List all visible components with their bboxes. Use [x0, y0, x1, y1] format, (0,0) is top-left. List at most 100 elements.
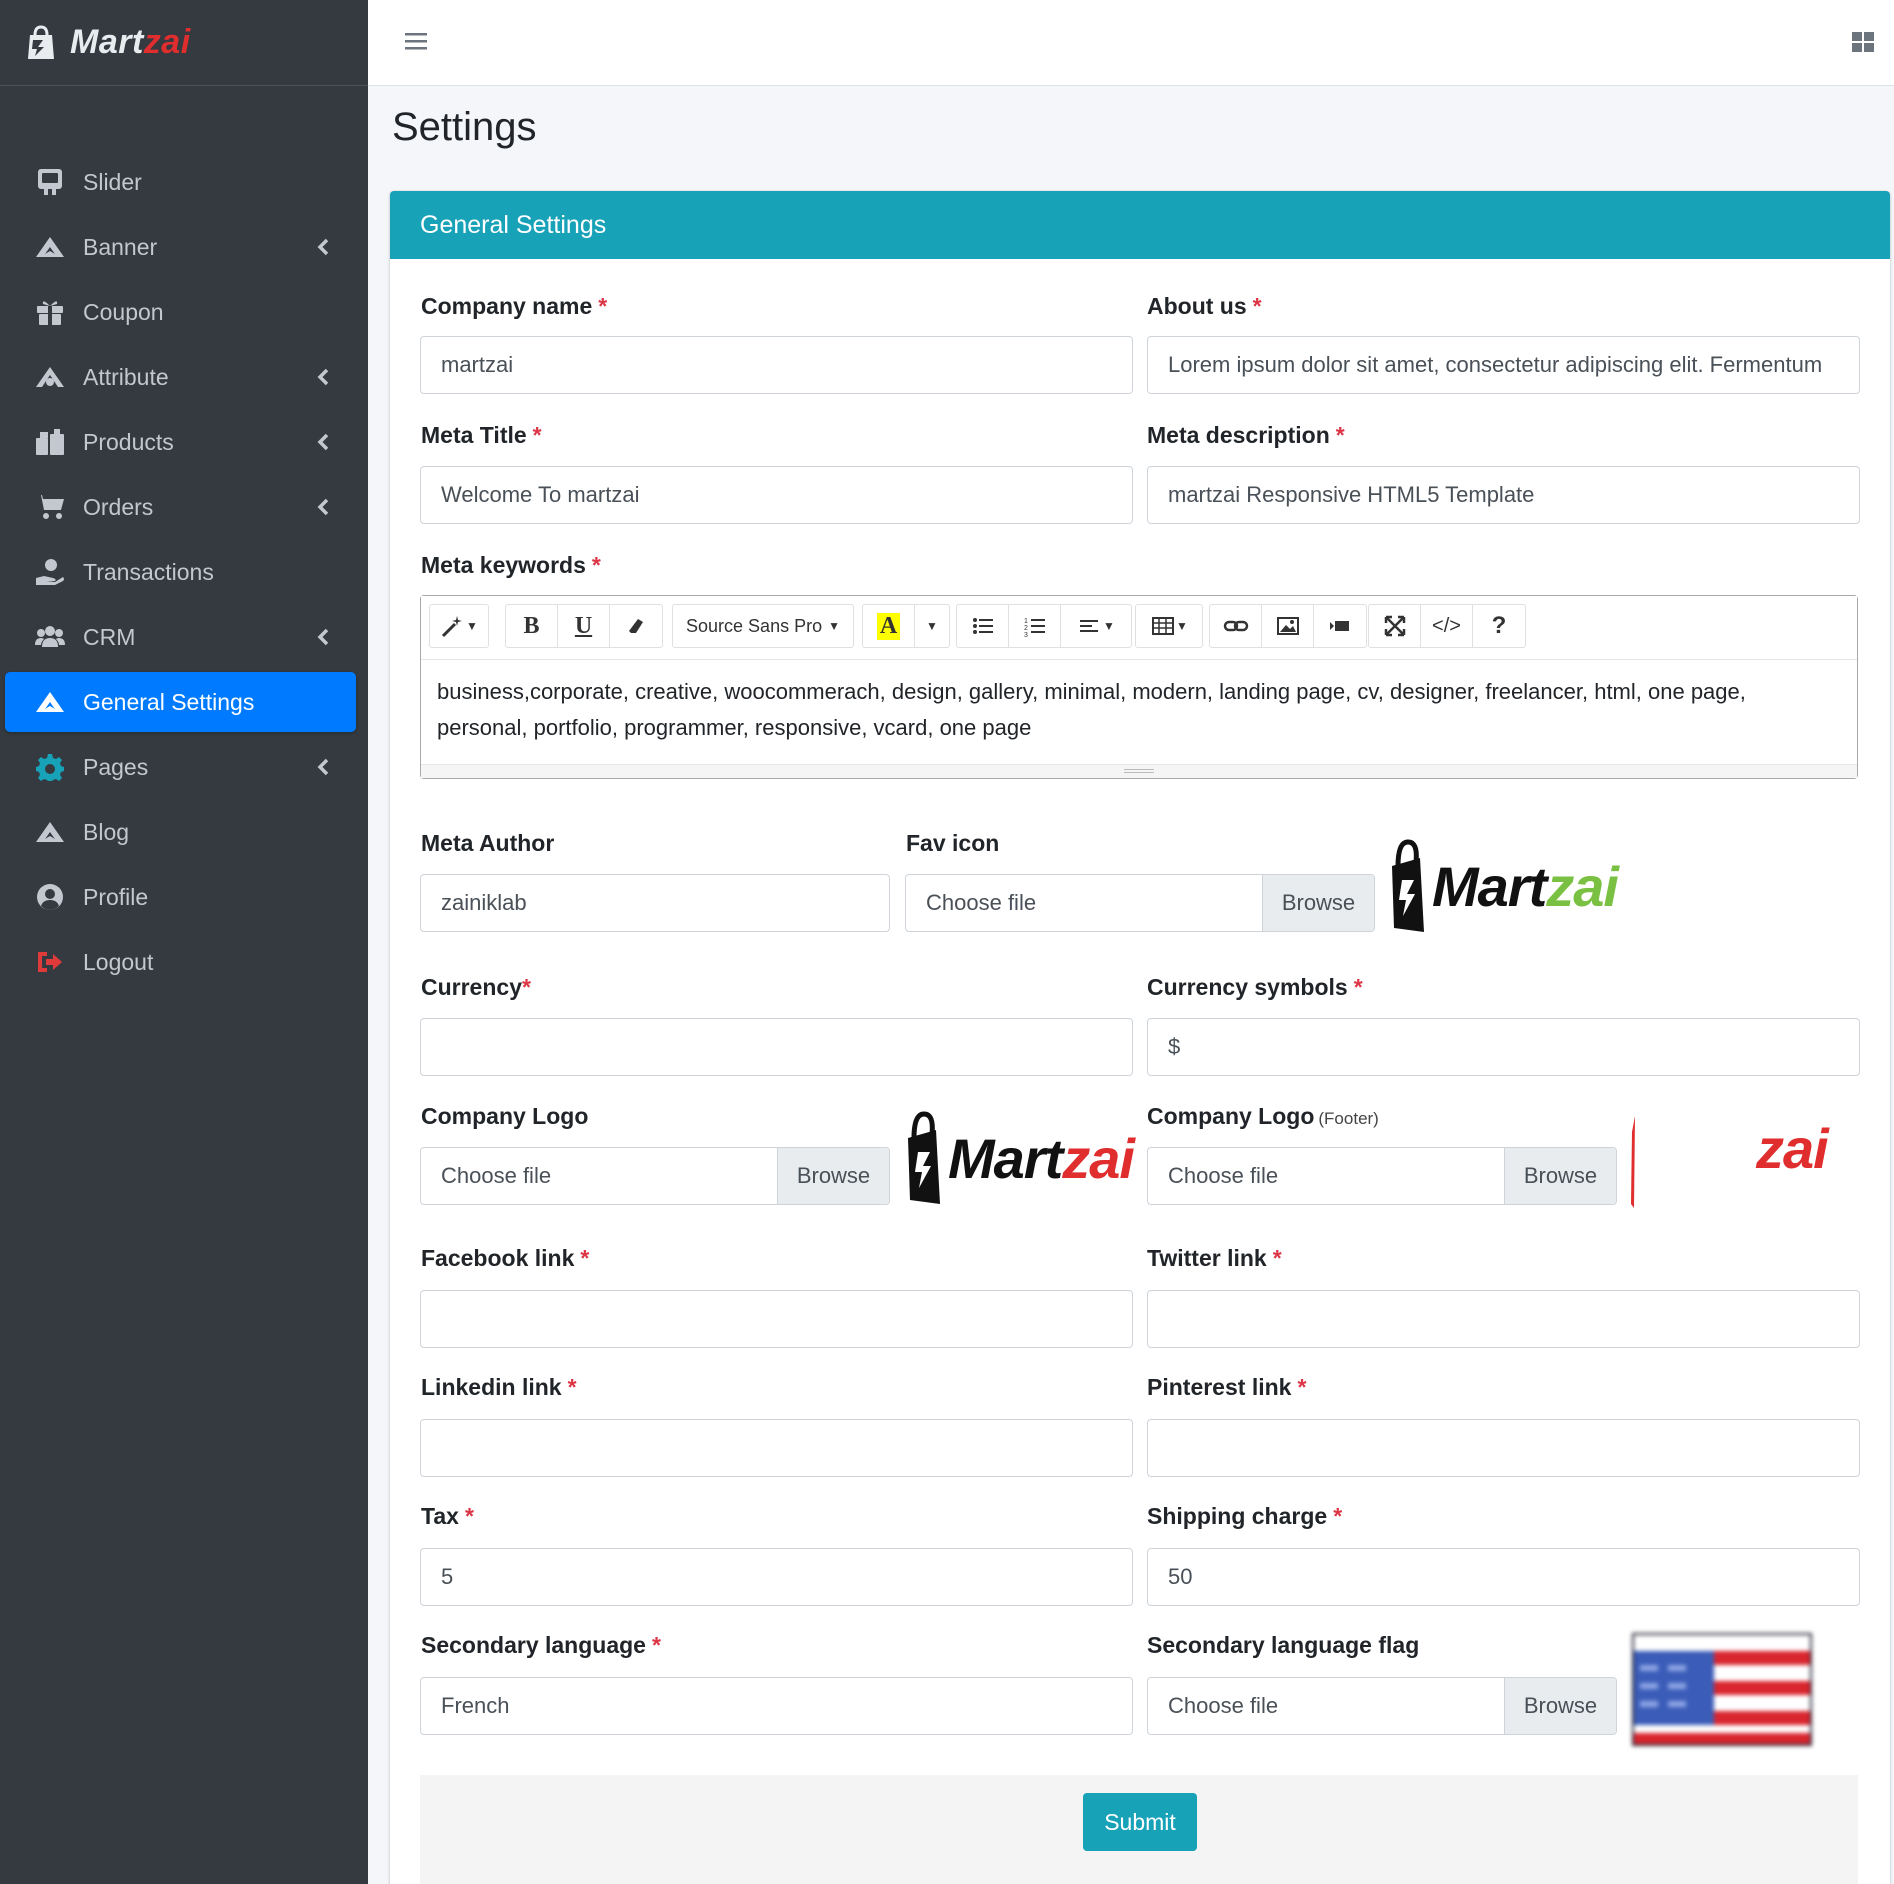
- logout-icon: [33, 947, 67, 977]
- chevron-left-icon: [314, 756, 334, 776]
- company-logo-part1: Mart: [948, 1126, 1063, 1190]
- company-logo-footer-browse-button[interactable]: Browse: [1504, 1148, 1616, 1204]
- company-logo-preview: Martzai: [904, 1108, 1135, 1208]
- sidebar-item-label: Logout: [83, 948, 154, 975]
- sidebar-item-slider[interactable]: Slider: [5, 152, 356, 212]
- sidebar-item-transactions[interactable]: Transactions: [5, 542, 356, 602]
- color-dropdown-icon[interactable]: ▼: [915, 605, 949, 647]
- sidebar-item-label: Profile: [83, 883, 149, 910]
- table-icon[interactable]: ▼: [1136, 605, 1202, 647]
- text-color-icon[interactable]: A: [863, 605, 915, 647]
- flag-browse-button[interactable]: Browse: [1504, 1678, 1616, 1734]
- sidebar-item-crm[interactable]: CRM: [5, 607, 356, 667]
- sidebar-item-orders[interactable]: Orders: [5, 477, 356, 537]
- gear-icon: [33, 752, 67, 782]
- grid-apps-icon[interactable]: [1850, 29, 1876, 55]
- fav-logo-part2: zai: [1546, 854, 1619, 918]
- company-logo-label: Company Logo: [421, 1103, 589, 1129]
- brand-name: Martzai: [70, 23, 191, 61]
- cart-icon: [33, 492, 67, 522]
- video-icon[interactable]: [1314, 605, 1366, 647]
- sidebar-item-label: Coupon: [83, 298, 164, 325]
- meta-author-input[interactable]: zainiklab: [420, 874, 890, 932]
- company-logo-part2: zai: [1062, 1126, 1135, 1190]
- editor-resize-handle[interactable]: [421, 764, 1857, 778]
- underline-icon[interactable]: U: [558, 605, 610, 647]
- svg-text:3: 3: [1024, 632, 1028, 639]
- flag-file-name: Choose file: [1168, 1693, 1279, 1718]
- sidebar-item-label: General Settings: [83, 688, 255, 715]
- shipping-charge-input[interactable]: 50: [1147, 1548, 1860, 1606]
- brand-logo-icon: [28, 24, 54, 59]
- meta-keywords-editor[interactable]: ▼ B U Source Sans Pro ▼ A ▼ 123 ▼ ▼ </> …: [420, 595, 1858, 779]
- sidebar-item-banner[interactable]: Banner: [5, 217, 356, 277]
- meta-keywords-text[interactable]: business,corporate, creative, woocommera…: [437, 674, 1841, 746]
- currency-symbols-input[interactable]: $: [1147, 1018, 1860, 1076]
- gift-icon: [33, 297, 67, 327]
- sidebar-item-label: Transactions: [83, 558, 214, 585]
- fullscreen-icon[interactable]: [1369, 605, 1421, 647]
- code-view-icon[interactable]: </>: [1421, 605, 1473, 647]
- hamburger-menu-icon[interactable]: [402, 28, 430, 54]
- meta-description-input[interactable]: martzai Responsive HTML5 Template: [1147, 466, 1860, 524]
- secondary-language-flag-file-input[interactable]: Choose file Browse: [1147, 1677, 1617, 1735]
- twitter-link-input[interactable]: [1147, 1290, 1860, 1348]
- sidebar-item-pages[interactable]: Pages: [5, 737, 356, 797]
- company-logo-browse-button[interactable]: Browse: [777, 1148, 889, 1204]
- tax-input[interactable]: 5: [420, 1548, 1133, 1606]
- meta-author-label: Meta Author: [421, 830, 555, 856]
- svg-text:1: 1: [1024, 618, 1028, 625]
- help-icon[interactable]: ?: [1473, 605, 1525, 647]
- eraser-icon[interactable]: [610, 605, 662, 647]
- chevron-left-icon: [314, 496, 334, 516]
- slider-icon: [33, 167, 67, 197]
- sidebar-item-logout[interactable]: Logout: [5, 932, 356, 992]
- unordered-list-icon[interactable]: [957, 605, 1009, 647]
- align-icon[interactable]: ▼: [1061, 605, 1131, 647]
- insert-group: [1209, 604, 1367, 648]
- meta-description-label: Meta description *: [1147, 422, 1345, 448]
- secondary-language-input[interactable]: French: [420, 1677, 1133, 1735]
- company-logo-footer-file-name: Choose file: [1168, 1163, 1279, 1188]
- about-us-input[interactable]: Lorem ipsum dolor sit amet, consectetur …: [1147, 336, 1860, 394]
- table-group: ▼: [1135, 604, 1203, 648]
- sidebar-item-general-settings[interactable]: General Settings: [5, 672, 356, 732]
- company-name-input[interactable]: martzai: [420, 336, 1133, 394]
- sidebar-item-attribute[interactable]: Attribute: [5, 347, 356, 407]
- chevron-left-icon: [314, 626, 334, 646]
- company-logo-file-input[interactable]: Choose file Browse: [420, 1147, 890, 1205]
- font-family-dropdown[interactable]: Source Sans Pro ▼: [672, 604, 854, 648]
- pinterest-link-input[interactable]: [1147, 1419, 1860, 1477]
- company-logo-footer-file-input[interactable]: Choose file Browse: [1147, 1147, 1617, 1205]
- sidebar-item-blog[interactable]: Blog: [5, 802, 356, 862]
- facebook-link-input[interactable]: [420, 1290, 1133, 1348]
- tax-label: Tax *: [421, 1503, 474, 1529]
- link-icon[interactable]: [1210, 605, 1262, 647]
- sidebar-item-profile[interactable]: Profile: [5, 867, 356, 927]
- sidebar-item-label: Attribute: [83, 363, 169, 390]
- sidebar-item-coupon[interactable]: Coupon: [5, 282, 356, 342]
- footer-logo-edge: [1631, 1116, 1635, 1208]
- sidebar-item-label: Banner: [83, 233, 158, 260]
- linkedin-link-input[interactable]: [420, 1419, 1133, 1477]
- fav-icon-file-input[interactable]: Choose file Browse: [905, 874, 1375, 932]
- brand-link[interactable]: Martzai: [0, 0, 368, 86]
- products-icon: [33, 427, 67, 457]
- font-style-group: B U: [505, 604, 663, 648]
- currency-input[interactable]: [420, 1018, 1133, 1076]
- fav-icon-label: Fav icon: [906, 830, 1000, 856]
- currency-label: Currency*: [421, 974, 531, 1000]
- sidebar-nav: Slider Banner Coupon Attribute Products …: [5, 152, 356, 997]
- sidebar: Martzai Slider Banner Coupon Attribute P…: [0, 0, 368, 1884]
- image-icon[interactable]: [1262, 605, 1314, 647]
- sidebar-item-label: Orders: [83, 493, 154, 520]
- meta-title-input[interactable]: Welcome To martzai: [420, 466, 1133, 524]
- fav-icon-preview: Martzai: [1388, 836, 1619, 936]
- sidebar-item-products[interactable]: Products: [5, 412, 356, 472]
- magic-wand-icon[interactable]: ▼: [430, 605, 488, 647]
- bold-icon[interactable]: B: [506, 605, 558, 647]
- fav-icon-browse-button[interactable]: Browse: [1262, 875, 1374, 931]
- submit-button[interactable]: Submit: [1083, 1793, 1197, 1851]
- para-group: 123 ▼: [956, 604, 1132, 648]
- ordered-list-icon[interactable]: 123: [1009, 605, 1061, 647]
